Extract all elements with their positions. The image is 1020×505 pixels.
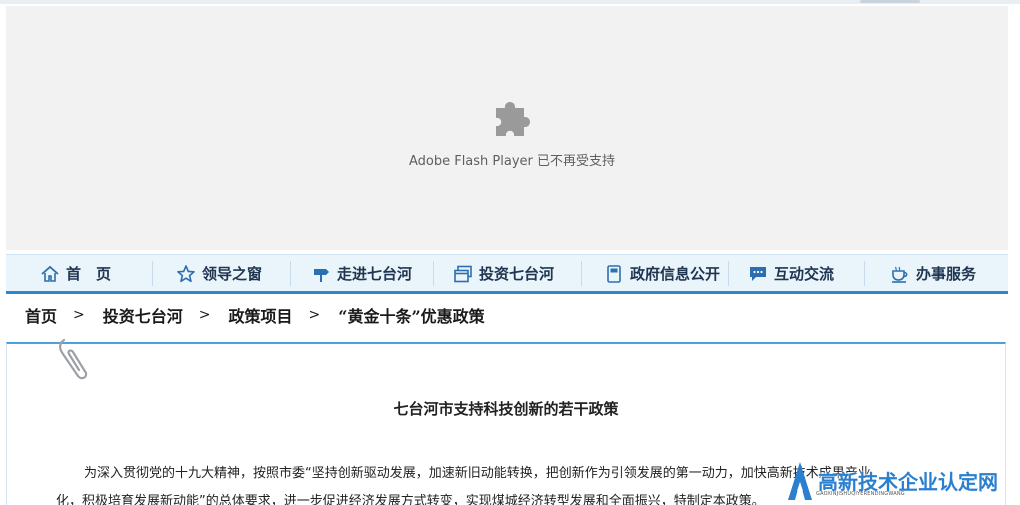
document-icon — [607, 264, 621, 283]
main-nav: 首 页 领导之窗 走进七台河 投资七台河 政府信息公开 互动交流 办事服务 — [6, 254, 1008, 294]
nav-item-label: 首 页 — [66, 265, 112, 283]
nav-item-invest[interactable]: 投资七台河 — [453, 255, 554, 292]
signpost-icon — [314, 268, 329, 282]
breadcrumb-policy-projects[interactable]: 政策项目 — [229, 303, 293, 327]
nav-item-label: 走进七台河 — [337, 265, 413, 283]
top-scroll-strip — [0, 0, 1020, 4]
flash-placeholder[interactable]: Adobe Flash Player 已不再受支持 — [6, 6, 1008, 250]
cup-icon — [892, 266, 908, 283]
breadcrumb-separator: > — [308, 307, 321, 323]
nav-divider — [290, 261, 291, 286]
breadcrumb-home[interactable]: 首页 — [25, 303, 57, 327]
top-strip-handle[interactable] — [860, 0, 920, 3]
nav-item-label: 投资七台河 — [479, 265, 555, 283]
nav-item-services[interactable]: 办事服务 — [890, 255, 976, 292]
nav-divider — [152, 261, 153, 286]
watermark-subtitle: GAOXINJISHUQIYERENDINGWANG — [816, 491, 905, 497]
paperclip-icon — [59, 338, 88, 380]
nav-divider — [728, 261, 729, 286]
nav-divider — [864, 261, 865, 286]
nav-item-home[interactable]: 首 页 — [40, 255, 111, 292]
nav-item-label: 政府信息公开 — [630, 265, 721, 283]
flash-unsupported-message: Adobe Flash Player 已不再受支持 — [408, 154, 616, 169]
puzzle-icon — [496, 102, 530, 136]
home-icon — [41, 265, 59, 282]
nav-item-label: 领导之窗 — [202, 265, 263, 283]
breadcrumb: 首页 > 投资七台河 > 政策项目 > “黄金十条”优惠政策 — [25, 303, 485, 327]
star-icon — [177, 264, 195, 282]
chat-icon — [750, 266, 766, 281]
nav-item-gov-info[interactable]: 政府信息公开 — [604, 255, 720, 292]
nav-item-interaction[interactable]: 互动交流 — [748, 255, 834, 292]
breadcrumb-current[interactable]: “黄金十条”优惠政策 — [338, 303, 484, 327]
nav-item-leaders[interactable]: 领导之窗 — [176, 255, 262, 292]
article-title: 七台河市支持科技创新的若干政策 — [393, 400, 619, 418]
nav-divider — [433, 261, 434, 286]
nav-divider — [581, 261, 582, 286]
breadcrumb-separator: > — [198, 307, 211, 323]
breadcrumb-invest[interactable]: 投资七台河 — [103, 303, 183, 327]
nav-item-label: 办事服务 — [916, 265, 977, 283]
watermark: 高新技术企业认定网 GAOXINJISHUQIYERENDINGWANG — [768, 452, 1020, 505]
nav-item-label: 互动交流 — [774, 265, 835, 283]
window-icon — [454, 265, 472, 282]
breadcrumb-separator: > — [73, 307, 85, 323]
nav-item-about-city[interactable]: 走进七台河 — [311, 255, 412, 292]
watermark-logo-icon — [788, 462, 812, 500]
